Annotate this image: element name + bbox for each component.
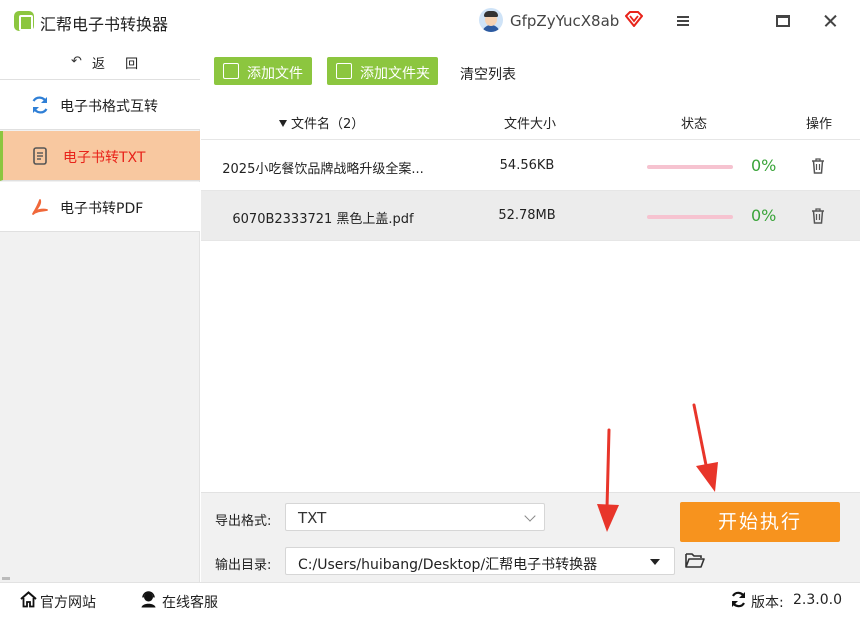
toolbar: 添加文件 添加文件夹 清空列表 [201, 42, 860, 102]
home-icon [20, 591, 37, 608]
column-header-action: 操作 [806, 117, 833, 132]
close-icon[interactable] [818, 8, 844, 34]
status-bar: 官方网站 在线客服 版本: 2.3.0.0 [0, 582, 860, 617]
column-name-label: 文件名（2） [291, 117, 365, 132]
sort-desc-icon [279, 120, 287, 127]
sidebar-item-format-convert[interactable]: 电子书格式互转 [0, 80, 200, 130]
sidebar-item-label: 电子书转TXT [63, 150, 146, 166]
column-header-status: 状态 [681, 117, 708, 132]
online-support-link[interactable]: 在线客服 [162, 592, 218, 612]
file-size: 54.56KB [499, 158, 555, 173]
menu-icon[interactable] [670, 8, 696, 34]
refresh-icon [32, 96, 48, 114]
output-dir-select[interactable]: C:/Users/huibang/Desktop/汇帮电子书转换器 [285, 547, 675, 575]
sidebar-item-label: 电子书转PDF [60, 201, 144, 217]
official-website-link[interactable]: 官方网站 [40, 592, 96, 612]
output-dir-value: C:/Users/huibang/Desktop/汇帮电子书转换器 [298, 557, 598, 573]
app-window: 汇帮电子书转换器 GfpZyYucX8ab ↶ 返 回 电子书格式互转 电子书转… [0, 0, 860, 617]
chevron-down-icon [524, 510, 536, 522]
progress-bar [647, 165, 733, 169]
back-button[interactable]: ↶ 返 回 [0, 42, 200, 80]
annotation-arrow-icon [692, 403, 718, 492]
format-select[interactable]: TXT [285, 503, 545, 531]
trash-icon[interactable] [811, 208, 825, 224]
add-file-button[interactable]: 添加文件 [214, 57, 312, 85]
file-size: 52.78MB [498, 208, 556, 223]
sidebar-scrollbar[interactable] [2, 577, 10, 580]
sidebar-item-label: 电子书格式互转 [60, 99, 158, 115]
maximize-icon[interactable] [770, 8, 796, 34]
folder-open-icon[interactable] [685, 552, 705, 568]
start-button[interactable]: 开始执行 [680, 502, 840, 542]
avatar[interactable] [479, 8, 503, 32]
format-label: 导出格式: [215, 514, 272, 529]
avatar-body [482, 25, 500, 32]
column-header-name[interactable]: 文件名（2） [279, 113, 364, 132]
annotation-arrow-icon [597, 428, 619, 532]
back-arrow-icon: ↶ [71, 54, 82, 69]
trash-icon[interactable] [811, 158, 825, 174]
dropdown-triangle-icon [650, 559, 660, 565]
clear-list-button[interactable]: 清空列表 [460, 64, 516, 84]
username[interactable]: GfpZyYucX8ab [510, 12, 619, 30]
sidebar-item-to-txt[interactable]: 电子书转TXT [0, 131, 200, 181]
folder-plus-icon [336, 63, 352, 79]
title-bar: 汇帮电子书转换器 GfpZyYucX8ab [0, 0, 860, 42]
progress-bar [647, 215, 733, 219]
add-folder-button[interactable]: 添加文件夹 [327, 57, 438, 85]
sidebar-item-to-pdf[interactable]: 电子书转PDF [0, 182, 200, 232]
file-name: 6070B2333721 黑色上盖.pdf [232, 212, 414, 227]
app-title: 汇帮电子书转换器 [40, 15, 169, 34]
file-name: 2025小吃餐饮品牌战略升级全案... [222, 162, 424, 177]
progress-percent: 0% [751, 156, 777, 175]
version-number: 2.3.0.0 [793, 592, 842, 608]
output-dir-label: 输出目录: [215, 558, 272, 573]
table-row[interactable]: 6070B2333721 黑色上盖.pdf 52.78MB 0% [201, 191, 860, 241]
column-header-size: 文件大小 [504, 117, 557, 132]
table-row[interactable]: 2025小吃餐饮品牌战略升级全案... 54.56KB 0% [201, 141, 860, 191]
support-agent-icon [141, 591, 156, 608]
format-value: TXT [298, 509, 327, 527]
table-header: 文件名（2） 文件大小 状态 操作 [201, 102, 860, 140]
back-label: 返 回 [92, 57, 147, 72]
file-icon [223, 63, 239, 79]
progress-percent: 0% [751, 206, 777, 225]
sidebar: ↶ 返 回 电子书格式互转 电子书转TXT 电子书转PDF [0, 42, 200, 582]
document-icon [33, 147, 47, 165]
pdf-icon [32, 199, 48, 215]
avatar-hair [484, 11, 498, 17]
output-settings-panel: 导出格式: TXT 输出目录: C:/Users/huibang/Desktop… [201, 492, 860, 582]
refresh-icon[interactable] [730, 591, 747, 608]
vip-diamond-icon[interactable] [625, 11, 643, 27]
add-file-label: 添加文件 [247, 66, 303, 82]
app-logo-icon [14, 11, 34, 31]
version-label: 版本: [751, 595, 784, 611]
add-folder-label: 添加文件夹 [360, 66, 430, 82]
